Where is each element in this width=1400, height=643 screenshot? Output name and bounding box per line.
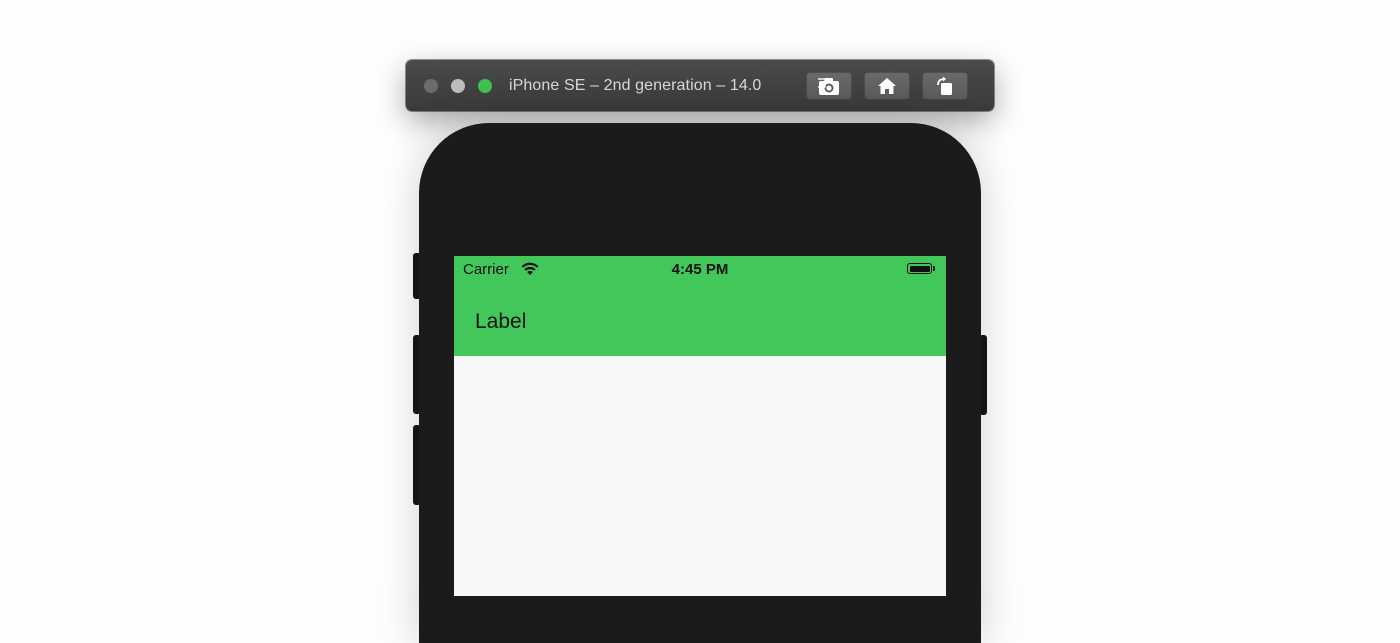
battery-tip bbox=[933, 266, 935, 271]
close-window-button[interactable] bbox=[424, 79, 438, 93]
rotate-button[interactable] bbox=[922, 72, 968, 100]
simulator-toolbar: iPhone SE – 2nd generation – 14.0 bbox=[406, 60, 994, 111]
screenshot-button[interactable] bbox=[806, 72, 852, 100]
minimize-window-button[interactable] bbox=[451, 79, 465, 93]
simulator-title: iPhone SE – 2nd generation – 14.0 bbox=[509, 77, 762, 94]
header-label: Label bbox=[475, 310, 527, 333]
home-icon bbox=[878, 78, 896, 94]
camera-icon bbox=[818, 78, 839, 95]
green-header: Carrier 4:45 PM Label bbox=[454, 256, 946, 356]
zoom-window-button[interactable] bbox=[478, 79, 492, 93]
device-screen[interactable]: Carrier 4:45 PM Label bbox=[454, 256, 946, 596]
rotate-icon bbox=[937, 76, 952, 95]
status-time: 4:45 PM bbox=[671, 261, 729, 278]
status-bar: Carrier 4:45 PM bbox=[454, 256, 946, 282]
battery-icon bbox=[907, 263, 932, 274]
home-button[interactable] bbox=[864, 72, 910, 100]
